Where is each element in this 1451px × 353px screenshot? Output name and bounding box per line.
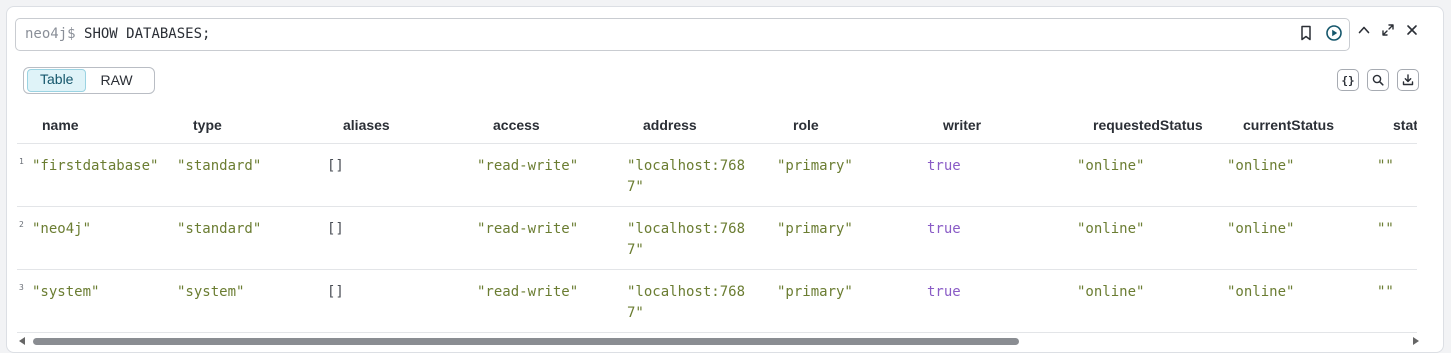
column-header-address[interactable]: address [643, 117, 697, 133]
cell-name: "neo4j" [32, 221, 92, 237]
result-frame: neo4j$ SHOW DATABASES; Table RAW {} name… [6, 6, 1444, 353]
cell-writer: true [927, 158, 961, 174]
horizontal-scrollbar[interactable] [17, 335, 1421, 347]
cell-aliases: [] [327, 158, 344, 174]
cell-status: "" [1377, 284, 1394, 300]
cell-writer: true [927, 284, 961, 300]
query-editor[interactable]: neo4j$ SHOW DATABASES; [15, 18, 1350, 51]
table-row: 3 "system" "system" [] "read-write" "loc… [17, 270, 1417, 333]
cell-name: "system" [32, 284, 100, 300]
cell-address: "localhost:7687" [627, 158, 746, 195]
table-header: name type aliases access address role wr… [17, 107, 1417, 144]
table-row: 1 "firstdatabase" "standard" [] "read-wr… [17, 144, 1417, 207]
raw-view-button[interactable]: RAW [88, 70, 144, 91]
expand-icon[interactable] [1381, 23, 1395, 37]
results-table: name type aliases access address role wr… [17, 107, 1417, 335]
table-row: 2 "neo4j" "standard" [] "read-write" "lo… [17, 207, 1417, 270]
column-header-role[interactable]: role [793, 117, 819, 133]
cell-requested-status: "online" [1077, 284, 1145, 300]
column-header-name[interactable]: name [42, 117, 79, 133]
scroll-right-arrow-icon[interactable] [1413, 337, 1419, 345]
cell-access: "read-write" [477, 284, 579, 300]
cell-type: "standard" [177, 221, 262, 237]
scroll-left-arrow-icon[interactable] [19, 337, 25, 345]
cell-access: "read-write" [477, 158, 579, 174]
cell-current-status: "online" [1227, 158, 1295, 174]
cell-requested-status: "online" [1077, 221, 1145, 237]
close-icon[interactable] [1405, 23, 1419, 37]
column-header-requested-status[interactable]: requestedStatus [1093, 117, 1203, 133]
cell-type: "system" [177, 284, 245, 300]
table-view-button[interactable]: Table [27, 69, 87, 92]
bookmark-icon[interactable] [1299, 25, 1313, 41]
column-header-status[interactable]: stat [1393, 117, 1417, 133]
cell-type: "standard" [177, 158, 262, 174]
cell-requested-status: "online" [1077, 158, 1145, 174]
scrollbar-thumb[interactable] [33, 338, 1019, 345]
format-json-button[interactable]: {} [1337, 69, 1359, 91]
view-toggle: Table RAW [23, 67, 155, 94]
cell-role: "primary" [777, 158, 853, 174]
query-line: neo4j$ SHOW DATABASES; [25, 26, 210, 42]
column-header-writer[interactable]: writer [943, 117, 981, 133]
search-icon[interactable] [1367, 69, 1389, 91]
collapse-icon[interactable] [1357, 23, 1371, 37]
cell-current-status: "online" [1227, 284, 1295, 300]
cell-aliases: [] [327, 284, 344, 300]
column-header-current-status[interactable]: currentStatus [1243, 117, 1334, 133]
prompt-label: neo4j$ [25, 26, 76, 42]
cell-address: "localhost:7687" [627, 221, 746, 258]
cell-address: "localhost:7687" [627, 284, 746, 321]
run-icon[interactable] [1325, 24, 1343, 42]
cell-role: "primary" [777, 221, 853, 237]
row-number: 2 [19, 220, 24, 229]
cell-current-status: "online" [1227, 221, 1295, 237]
column-header-aliases[interactable]: aliases [343, 117, 390, 133]
cell-status: "" [1377, 158, 1394, 174]
cell-role: "primary" [777, 284, 853, 300]
download-icon[interactable] [1397, 69, 1419, 91]
column-header-access[interactable]: access [493, 117, 540, 133]
cell-aliases: [] [327, 221, 344, 237]
column-header-type[interactable]: type [193, 117, 222, 133]
cell-access: "read-write" [477, 221, 579, 237]
cell-writer: true [927, 221, 961, 237]
cell-status: "" [1377, 221, 1394, 237]
row-number: 3 [19, 283, 24, 292]
query-text[interactable]: SHOW DATABASES; [84, 26, 210, 42]
row-number: 1 [19, 157, 24, 166]
cell-name: "firstdatabase" [32, 158, 159, 174]
